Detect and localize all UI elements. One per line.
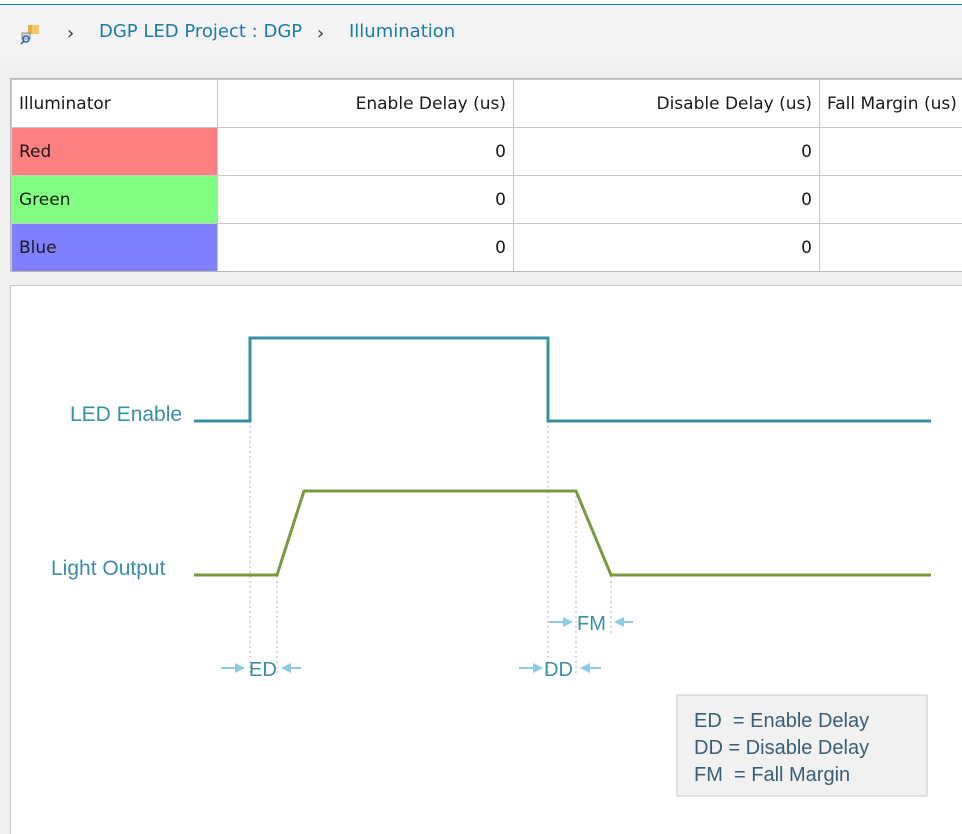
illuminator-name-cell[interactable]: Green bbox=[12, 176, 218, 224]
legend-entry-dd: DD = Disable Delay bbox=[694, 737, 869, 759]
timing-diagram: LED Enable Light Output FM ED DD bbox=[11, 286, 962, 834]
table-row: Blue 0 0 0 bbox=[12, 224, 962, 272]
disable-delay-cell[interactable]: 0 bbox=[514, 128, 820, 176]
column-header-enable-delay[interactable]: Enable Delay (us) bbox=[218, 80, 514, 128]
breadcrumb: › DGP LED Project : DGP › Illumination bbox=[0, 5, 962, 63]
dd-label: DD bbox=[544, 659, 573, 681]
light-output-label: Light Output bbox=[51, 557, 166, 580]
disable-delay-cell[interactable]: 0 bbox=[514, 224, 820, 272]
breadcrumb-separator: › bbox=[67, 23, 74, 44]
column-header-fall-margin[interactable]: Fall Margin (us) bbox=[820, 80, 962, 128]
enable-delay-cell[interactable]: 0 bbox=[218, 176, 514, 224]
enable-delay-cell[interactable]: 0 bbox=[218, 128, 514, 176]
timing-guide-lines bbox=[250, 421, 611, 676]
timing-diagram-panel: LED Enable Light Output FM ED DD bbox=[10, 285, 962, 834]
legend-entry-fm: FM = Fall Margin bbox=[694, 764, 850, 786]
project-folder-icon[interactable] bbox=[20, 23, 42, 45]
table-header-row: Illuminator Enable Delay (us) Disable De… bbox=[12, 80, 962, 128]
breadcrumb-illumination-link[interactable]: Illumination bbox=[349, 21, 455, 42]
illuminator-name-cell[interactable]: Red bbox=[12, 128, 218, 176]
illuminator-table: Illuminator Enable Delay (us) Disable De… bbox=[10, 78, 962, 272]
breadcrumb-project-link[interactable]: DGP LED Project : DGP bbox=[99, 21, 302, 42]
column-header-disable-delay[interactable]: Disable Delay (us) bbox=[514, 80, 820, 128]
legend-entry-ed: ED = Enable Delay bbox=[694, 710, 869, 732]
breadcrumb-separator: › bbox=[317, 23, 324, 44]
ed-label: ED bbox=[249, 659, 277, 681]
table-row: Red 0 0 0 bbox=[12, 128, 962, 176]
fall-margin-cell[interactable]: 0 bbox=[820, 224, 962, 272]
table-row: Green 0 0 0 bbox=[12, 176, 962, 224]
fall-margin-cell[interactable]: 0 bbox=[820, 176, 962, 224]
light-output-trace bbox=[194, 491, 931, 575]
fall-margin-cell[interactable]: 0 bbox=[820, 128, 962, 176]
enable-delay-cell[interactable]: 0 bbox=[218, 224, 514, 272]
fm-label: FM bbox=[577, 613, 606, 635]
disable-delay-cell[interactable]: 0 bbox=[514, 176, 820, 224]
led-enable-trace bbox=[194, 338, 931, 421]
led-enable-label: LED Enable bbox=[70, 403, 182, 426]
illuminator-name-cell[interactable]: Blue bbox=[12, 224, 218, 272]
diagram-legend: ED = Enable Delay DD = Disable Delay FM … bbox=[677, 695, 927, 796]
column-header-illuminator[interactable]: Illuminator bbox=[12, 80, 218, 128]
